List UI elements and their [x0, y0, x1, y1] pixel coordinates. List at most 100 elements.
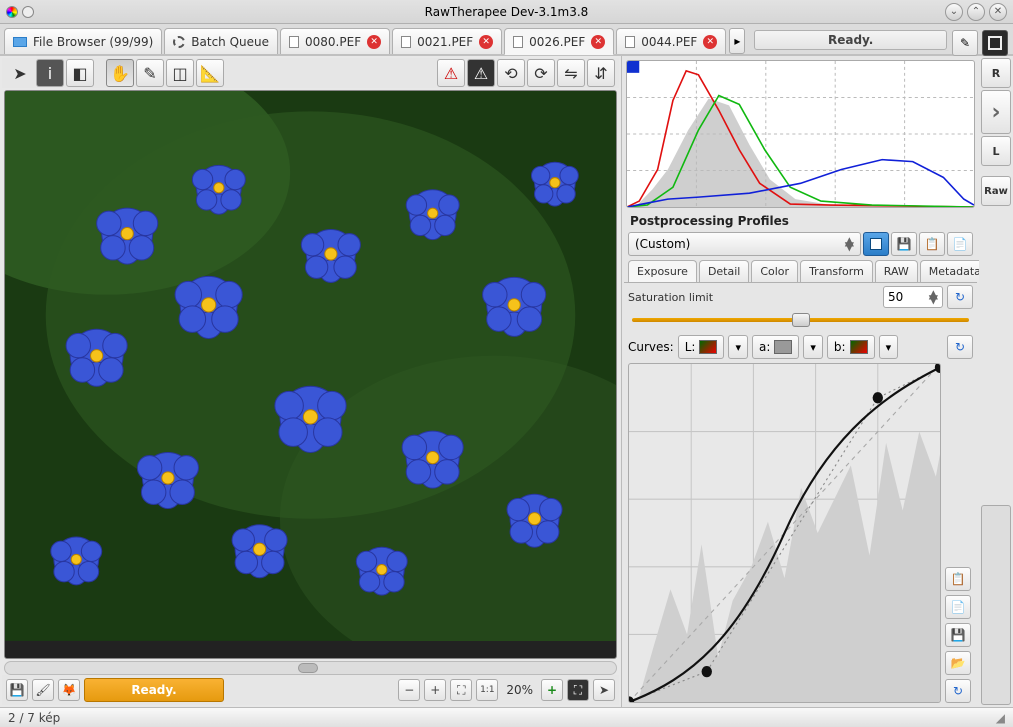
send-to-queue-button[interactable]: 🖌: [32, 679, 54, 701]
histogram: [626, 60, 975, 208]
resize-grip-icon[interactable]: ◢: [996, 711, 1005, 725]
wand-button[interactable]: ✎: [952, 30, 978, 56]
tab-transform[interactable]: Transform: [800, 260, 873, 282]
picker-tool[interactable]: ✎: [136, 59, 164, 87]
profile-copy-button[interactable]: 📋: [919, 232, 945, 256]
curves-label: Curves:: [628, 340, 674, 354]
curve-a-button[interactable]: a:: [752, 335, 799, 359]
main-area: ➤ i ◧ ✋ ✎ ◫ 📐 ⚠ ⚠ ⟲ ⟳ ⇋ ⇵: [0, 56, 1013, 707]
reset-saturation-button[interactable]: ↻: [947, 285, 973, 309]
tab-file-0021[interactable]: 0021.PEF ✕: [392, 28, 502, 54]
curve-save-button[interactable]: 💾: [945, 623, 971, 647]
tab-exposure[interactable]: Exposure: [628, 260, 697, 282]
tab-label: 0021.PEF: [417, 35, 473, 49]
maximize-button[interactable]: ⌃: [967, 3, 985, 21]
profile-combo[interactable]: (Custom) ▲▼: [628, 232, 861, 256]
rotate-left-button[interactable]: ⟲: [497, 59, 525, 87]
reset-curves-button[interactable]: ↻: [947, 335, 973, 359]
rotate-right-button[interactable]: ⟳: [527, 59, 555, 87]
right-panel: Postprocessing Profiles (Custom) ▲▼ 💾 📋 …: [621, 56, 1013, 707]
image-preview[interactable]: [4, 90, 617, 659]
zoom-out-button[interactable]: −: [398, 679, 420, 701]
curve-b-button[interactable]: b:: [827, 335, 875, 359]
close-tab-icon[interactable]: ✕: [591, 35, 605, 49]
curve-l-button[interactable]: L:: [678, 335, 725, 359]
flip-v-button[interactable]: ⇵: [587, 59, 615, 87]
save-button[interactable]: 💾: [6, 679, 28, 701]
file-icon: [625, 36, 635, 48]
curve-b-menu[interactable]: ▾: [879, 335, 899, 359]
ready-status: Ready.: [754, 30, 947, 50]
panel-tabs: Exposure Detail Color Transform RAW Meta…: [624, 258, 977, 282]
channel-r-button[interactable]: R: [981, 58, 1011, 88]
tone-curve[interactable]: [628, 363, 941, 703]
curve-load-button[interactable]: 📂: [945, 651, 971, 675]
tab-label: 0044.PEF: [641, 35, 697, 49]
app-dot-1: [6, 6, 18, 18]
tab-label: Batch Queue: [191, 35, 269, 49]
bottom-toolbar: 💾 🖌 🦊 Ready. − + ⛶ 1:1 20% + ⛶ ➤: [2, 675, 619, 705]
document-tabs: File Browser (99/99) Batch Queue 0080.PE…: [0, 24, 1013, 56]
curve-paste-button[interactable]: 📄: [945, 595, 971, 619]
warning-shadow-button[interactable]: ⚠: [467, 59, 495, 87]
scroll-panel[interactable]: [981, 505, 1011, 705]
hide-panel-button[interactable]: ›: [981, 90, 1011, 134]
new-detail-window-button[interactable]: +: [541, 679, 563, 701]
channel-l-button[interactable]: L: [981, 136, 1011, 166]
hand-tool[interactable]: ✋: [106, 59, 134, 87]
zoom-fit-button[interactable]: ⛶: [450, 679, 472, 701]
tab-scroll-right[interactable]: ▸: [729, 28, 745, 54]
image-scrollbar[interactable]: [4, 661, 617, 675]
close-tab-icon[interactable]: ✕: [479, 35, 493, 49]
tab-label: File Browser (99/99): [33, 35, 153, 49]
folder-icon: [13, 37, 27, 47]
fit-detail-button[interactable]: ⛶: [567, 679, 589, 701]
titlebar: RawTherapee Dev-3.1m3.8 ⌄ ⌃ ✕: [0, 0, 1013, 24]
curve-copy-button[interactable]: 📋: [945, 567, 971, 591]
saturation-limit-label: Saturation limit: [628, 291, 879, 304]
tab-file-browser[interactable]: File Browser (99/99): [4, 28, 162, 54]
tab-batch-queue[interactable]: Batch Queue: [164, 28, 278, 54]
profile-save-button[interactable]: [863, 232, 889, 256]
top-toolbar: ➤ i ◧ ✋ ✎ ◫ 📐 ⚠ ⚠ ⟲ ⟳ ⇋ ⇵: [2, 58, 619, 88]
flip-h-button[interactable]: ⇋: [557, 59, 585, 87]
minimize-button[interactable]: ⌄: [945, 3, 963, 21]
tab-detail[interactable]: Detail: [699, 260, 749, 282]
curve-l-label: L:: [685, 340, 696, 354]
zoom-100-button[interactable]: 1:1: [476, 679, 498, 701]
tab-file-0026[interactable]: 0026.PEF ✕: [504, 28, 614, 55]
profile-selected: (Custom): [635, 237, 690, 251]
profile-paste-button[interactable]: 📄: [947, 232, 973, 256]
file-icon: [513, 36, 523, 48]
zoom-in-button[interactable]: +: [424, 679, 446, 701]
close-tab-icon[interactable]: ✕: [367, 35, 381, 49]
plain-arrow-button[interactable]: ➤: [593, 679, 615, 701]
fullscreen-preview-button[interactable]: [982, 30, 1008, 56]
arrow-tool[interactable]: ➤: [6, 59, 34, 87]
tab-color[interactable]: Color: [751, 260, 798, 282]
warning-highlight-button[interactable]: ⚠: [437, 59, 465, 87]
curve-a-menu[interactable]: ▾: [803, 335, 823, 359]
tab-file-0080[interactable]: 0080.PEF ✕: [280, 28, 390, 54]
tab-raw[interactable]: RAW: [875, 260, 918, 282]
process-ready-button[interactable]: Ready.: [84, 678, 224, 702]
curve-b-label: b:: [834, 340, 846, 354]
straighten-tool[interactable]: 📐: [196, 59, 224, 87]
preview-content: [5, 91, 616, 641]
before-after-button[interactable]: ◧: [66, 59, 94, 87]
close-tab-icon[interactable]: ✕: [703, 35, 717, 49]
saturation-limit-slider[interactable]: [632, 315, 969, 325]
send-to-editor-button[interactable]: 🦊: [58, 679, 80, 701]
tab-metadata[interactable]: Metadata: [920, 260, 979, 282]
tab-file-0044[interactable]: 0044.PEF ✕: [616, 28, 726, 54]
profile-save-as-button[interactable]: 💾: [891, 232, 917, 256]
file-icon: [289, 36, 299, 48]
curve-reset-button[interactable]: ↻: [945, 679, 971, 703]
curve-l-menu[interactable]: ▾: [728, 335, 748, 359]
info-button[interactable]: i: [36, 59, 64, 87]
tab-label: 0080.PEF: [305, 35, 361, 49]
close-window-button[interactable]: ✕: [989, 3, 1007, 21]
saturation-limit-input[interactable]: 50 ▲▼: [883, 286, 943, 308]
channel-raw-button[interactable]: Raw: [981, 176, 1011, 206]
crop-tool[interactable]: ◫: [166, 59, 194, 87]
